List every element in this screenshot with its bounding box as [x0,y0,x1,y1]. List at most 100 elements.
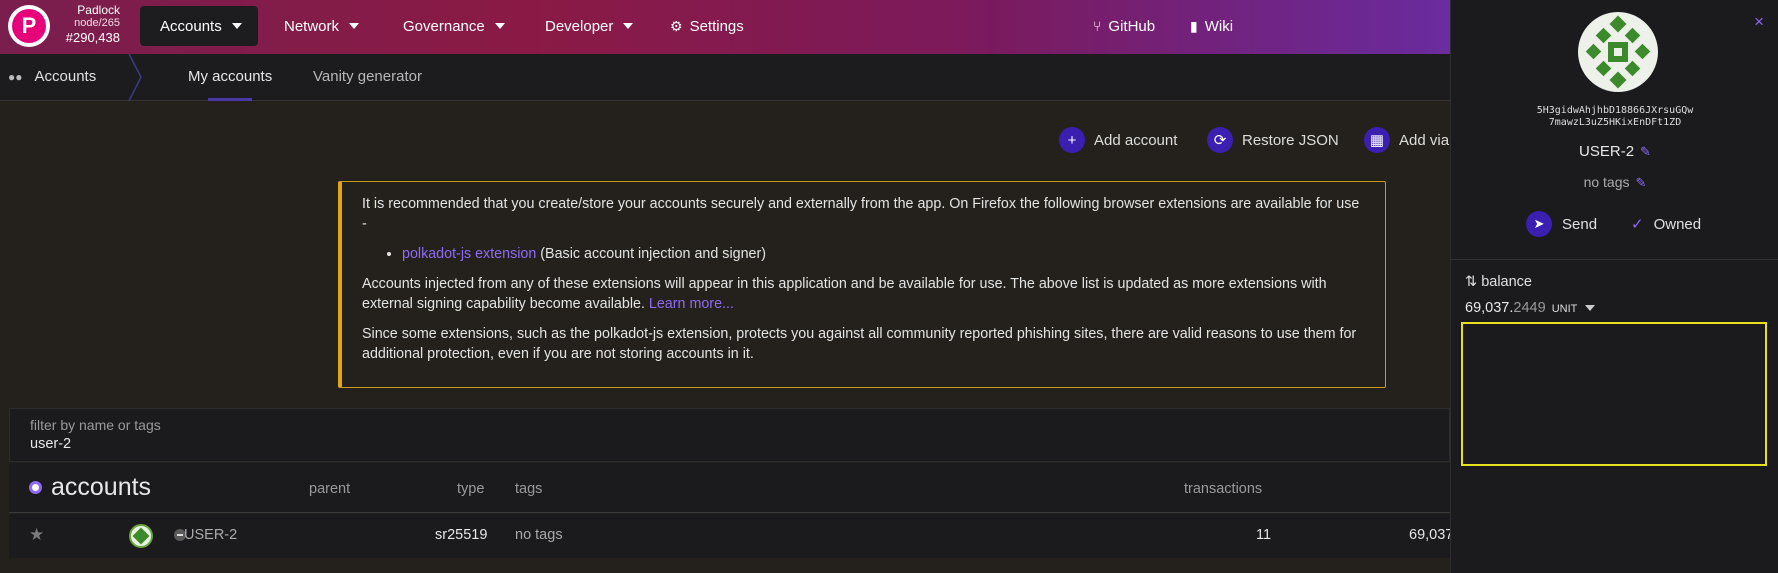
check-icon: ✓ [1631,216,1644,233]
best-block: #290,438 [65,30,120,45]
sidebar-divider [1451,259,1778,260]
chevron-down-icon [494,23,505,29]
nav-network-label: Network [284,17,340,35]
account-type: sr25519 [435,527,488,543]
active-tab-indicator [208,98,252,101]
extension-list-item: polkadot-js extension (Basic account inj… [402,244,1363,264]
chevron-down-icon [623,23,634,29]
nav-settings-label: Settings [689,17,744,35]
balance-label-text: balance [1481,274,1532,290]
learn-more-link[interactable]: Learn more... [649,296,734,312]
sort-amount-icon: ⇅ [1465,274,1482,290]
subnav-section: ●● Accounts [8,68,96,85]
chevron-down-icon [349,23,360,29]
account-balance: 69,037 [1409,527,1454,543]
column-header-type: type [457,481,485,497]
book-icon: ▮ [1190,17,1198,34]
paper-plane-icon: ➤ [1526,211,1552,237]
chevron-down-icon [231,23,242,29]
nav-governance[interactable]: Governance [403,6,505,46]
address-line-2: 7mawzL3uZ5HKixEnDFt1ZD [1548,117,1682,128]
nav-developer-label: Developer [545,17,614,35]
identicon-pattern-icon [1585,15,1651,89]
node-version: node/265 [74,17,120,29]
send-label: Send [1562,215,1598,233]
add-account-button[interactable]: + Add account [1059,126,1177,154]
star-icon[interactable]: ★ [29,525,44,545]
edit-icon[interactable]: ✎ [1640,144,1651,159]
chain-info[interactable]: Padlock node/265 #290,438 [56,3,120,46]
balance-integer: 69,037. [1465,300,1514,316]
balance-unit: UNIT [1551,303,1578,315]
address-line-1: 5H3gidwAhjhbD18866JXrsuGQw [1536,105,1694,116]
polkadot-logo-icon: P [12,9,46,43]
add-via-label: Add via [1399,131,1450,149]
nav-accounts-label: Accounts [160,17,222,35]
close-icon[interactable]: × [1754,12,1764,32]
account-address[interactable]: 5H3gidwAhjhbD18866JXrsuGQw 7mawzL3uZ5HKi… [1451,105,1778,129]
account-tags: no tags [515,527,563,543]
nav-github[interactable]: ⑂ GitHub [1093,6,1155,46]
add-via-qr-button[interactable]: ▦ Add via [1364,126,1449,154]
nav-accounts[interactable]: Accounts [140,6,258,46]
owned-indicator: ✓ Owned [1631,215,1701,233]
accounts-table-title: accounts [29,473,151,502]
info-paragraph-3: Since some extensions, such as the polka… [362,326,1357,362]
restore-json-button[interactable]: ⟳ Restore JSON [1207,126,1339,154]
account-identicon-large[interactable] [1578,12,1658,92]
subnav-section-label: Accounts [34,68,97,85]
sidebar-name-label: USER-2 [1579,143,1635,160]
column-header-parent: parent [309,481,351,497]
balance-decimals: 2449 [1513,300,1546,316]
sub-nav: ●● Accounts My accounts Vanity generator [0,54,1450,101]
edit-icon[interactable]: ✎ [1636,175,1647,190]
nav-wiki-label: Wiki [1204,17,1234,35]
qrcode-icon: ▦ [1364,127,1390,153]
send-button[interactable]: ➤ Send [1526,211,1597,237]
sidebar-tags-label: no tags [1583,174,1630,190]
accounts-title-label: accounts [51,473,152,501]
plus-icon: + [1059,127,1085,153]
extension-description: (Basic account injection and signer) [536,246,766,262]
info-paragraph-1: It is recommended that you create/store … [362,196,1360,232]
balance-value[interactable]: 69,037.2449 UNIT [1465,300,1596,316]
radio-dot-icon [29,481,42,494]
users-icon: ●● [8,69,23,84]
account-transactions: 11 [1256,527,1272,543]
cogs-icon: ⚙ [670,17,683,34]
chain-name: Padlock [77,3,120,17]
nav-settings[interactable]: ⚙ Settings [670,6,744,46]
nav-network[interactable]: Network [284,6,360,46]
info-paragraph-2: Accounts injected from any of these exte… [362,274,1363,314]
chain-logo[interactable]: P [8,5,50,47]
filter-input[interactable]: filter by name or tags user-2 [9,408,1450,462]
tab-my-accounts[interactable]: My accounts [188,68,272,85]
table-row[interactable]: ★ USER-2 sr25519 no tags 11 69,037 [9,514,1454,558]
sync-icon: ⟳ [1207,127,1233,153]
column-header-transactions: transactions [1184,481,1263,497]
tab-vanity-generator[interactable]: Vanity generator [313,68,422,85]
account-name[interactable]: USER-2 [184,527,237,543]
owned-label: Owned [1653,216,1702,233]
balance-label: ⇅ balance [1465,274,1532,290]
polkadot-extension-link[interactable]: polkadot-js extension [402,246,536,262]
account-identicon[interactable] [129,524,153,548]
add-account-label: Add account [1094,131,1178,149]
sidebar-tags[interactable]: no tags ✎ [1451,174,1778,191]
chevron-divider-icon [128,54,142,101]
accounts-table-header: accounts parent type tags transactions [9,463,1450,513]
code-branch-icon: ⑂ [1093,18,1102,34]
extension-list: polkadot-js extension (Basic account inj… [402,244,1363,264]
nav-wiki[interactable]: ▮ Wiki [1190,6,1233,46]
balance-details-box [1461,322,1767,466]
nav-governance-label: Governance [403,17,485,35]
sidebar-account-name[interactable]: USER-2 ✎ [1451,143,1778,160]
chevron-down-icon[interactable] [1585,305,1596,312]
info-paragraph-2-text: Accounts injected from any of these exte… [362,276,1327,312]
nav-developer[interactable]: Developer [545,6,634,46]
nav-github-label: GitHub [1108,17,1156,35]
filter-value[interactable]: user-2 [30,436,71,452]
filter-label: filter by name or tags [30,417,161,433]
restore-json-label: Restore JSON [1242,131,1339,149]
account-sidebar: × 5H3gidwAhjhbD18866JXrsuGQw 7mawzL3uZ5H… [1450,0,1778,573]
